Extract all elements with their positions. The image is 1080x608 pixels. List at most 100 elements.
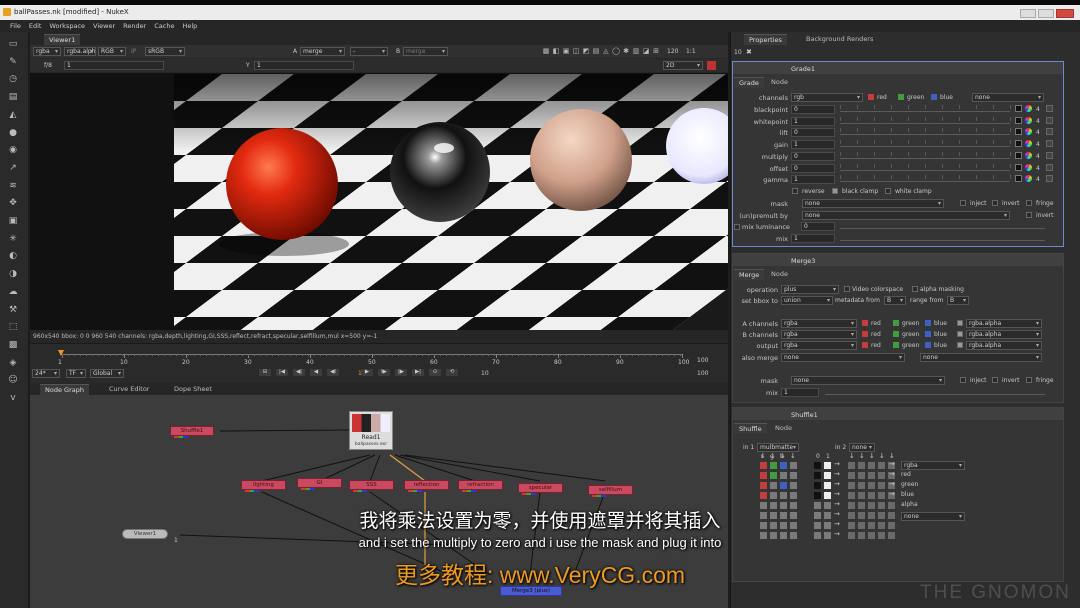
shuffle-cell[interactable] [780, 492, 787, 499]
grade-multiply-anim-icon[interactable] [1046, 151, 1053, 159]
grade-offset-slider[interactable] [840, 163, 1011, 171]
shuffle-cell-in2[interactable] [848, 462, 855, 469]
view-mode-dropdown[interactable]: 2D [663, 61, 703, 70]
shuffle-cell[interactable] [760, 492, 767, 499]
unpremult-invert-checkbox[interactable] [1026, 212, 1032, 218]
deep-icon[interactable]: ◐ [7, 250, 19, 262]
end-frame[interactable]: 100 [697, 370, 708, 377]
merge-out-alpha-checkbox[interactable] [957, 342, 963, 348]
merge-mix-field[interactable]: 1 [781, 388, 819, 397]
channels-dropdown[interactable]: rgba [33, 47, 61, 56]
tab-dope-sheet[interactable]: Dope Sheet [169, 384, 217, 394]
clear-panels-icon[interactable]: ✖ [746, 48, 752, 56]
shuffle-cell[interactable] [770, 472, 777, 479]
fstop-label[interactable]: f/8 [44, 62, 52, 69]
grade-whitepoint-wheel-icon[interactable] [1025, 116, 1032, 124]
shuffle-cell-in2[interactable] [848, 482, 855, 489]
grade-lift-anim-icon[interactable] [1046, 128, 1053, 136]
y-field[interactable]: 1 [254, 61, 354, 70]
unpremult-dropdown[interactable]: none [802, 211, 1010, 220]
b-channels-dropdown[interactable]: rgba [781, 330, 857, 339]
shuffle-cell-in2[interactable] [858, 502, 865, 509]
shuffle-cell-in2[interactable] [878, 522, 885, 529]
graph-node-refraction[interactable]: refraction [458, 480, 503, 492]
lut-dropdown[interactable]: sRGB [145, 47, 185, 56]
shuffle-cell-in2[interactable] [848, 532, 855, 539]
filter-icon[interactable]: ● [7, 127, 19, 139]
shuffle-cell[interactable] [814, 462, 821, 469]
reverse-checkbox[interactable] [792, 188, 798, 194]
transport-11-button[interactable]: ⟲ [445, 368, 459, 377]
properties-count[interactable]: 10 [734, 49, 742, 56]
views-icon[interactable]: ▣ [7, 215, 19, 227]
grade-blackpoint-channel-count[interactable]: 4 [1036, 106, 1040, 113]
metadata-dropdown[interactable]: B [884, 296, 906, 305]
transport-9-button[interactable]: ▶| [411, 368, 425, 377]
shuffle-cell-in2[interactable] [878, 482, 885, 489]
merge-b-dropdown[interactable]: merge [403, 47, 448, 56]
tab-viewer1[interactable]: Viewer1 [44, 34, 81, 45]
grade-gamma-field[interactable]: 1 [791, 175, 835, 185]
tab-merge[interactable]: Merge [734, 269, 765, 280]
graph-node-lighting[interactable]: lighting [241, 480, 286, 492]
merge-a-blue-checkbox[interactable] [925, 320, 931, 326]
shuffle-cell[interactable] [814, 532, 821, 539]
merge-a-alpha-checkbox[interactable] [957, 320, 963, 326]
shuffle-cell[interactable] [790, 462, 797, 469]
graph-node-shuffle1[interactable]: Shuffle1 [170, 426, 214, 438]
shuffle-cell-in2[interactable] [868, 512, 875, 519]
shuffle-cell-in2[interactable] [858, 472, 865, 479]
mix-luminance-checkbox[interactable] [734, 224, 740, 230]
graph-node-reflection[interactable]: reflection [404, 480, 449, 492]
menu-render[interactable]: Render [123, 22, 146, 30]
furnace-icon[interactable]: ⬚ [7, 321, 19, 333]
merge-out-blue-checkbox[interactable] [925, 342, 931, 348]
shuffle-cell-in2[interactable] [868, 522, 875, 529]
merge-a-red-checkbox[interactable] [862, 320, 868, 326]
shuffle-cell-in2[interactable] [848, 472, 855, 479]
transport-10-button[interactable]: ⊙ [428, 368, 442, 377]
grade-green-checkbox[interactable] [898, 94, 904, 100]
shuffle-cell[interactable] [790, 492, 797, 499]
shuffle-cell-in2[interactable] [848, 522, 855, 529]
shuffle-cell-in2[interactable] [868, 482, 875, 489]
shuffle-cell-in2[interactable] [858, 492, 865, 499]
graph-node-specular[interactable]: specular [518, 483, 563, 495]
shuffle-cell[interactable] [780, 472, 787, 479]
operation-dropdown[interactable]: plus [781, 285, 839, 294]
tab-shuffle[interactable]: Shuffle [734, 423, 767, 434]
grade-offset-anim-icon[interactable] [1046, 163, 1053, 171]
tab-node-graph[interactable]: Node Graph [40, 384, 89, 395]
merge-mix-slider[interactable] [825, 388, 1045, 395]
vectorfield-icon[interactable]: ᴠ [7, 392, 19, 404]
grade-gamma-color-swatch[interactable] [1015, 175, 1022, 183]
rgb-dropdown[interactable]: RGB [98, 47, 126, 56]
merge-out-red-checkbox[interactable] [862, 342, 868, 348]
frame-field[interactable]: 1 [64, 61, 164, 70]
shuffle-cell[interactable] [770, 462, 777, 469]
step-value[interactable]: 10 [481, 370, 489, 377]
graph-node-sss[interactable]: SSS [349, 480, 394, 492]
mix-luminance-field[interactable]: 0 [801, 222, 835, 231]
mix-luminance-slider[interactable] [840, 222, 1045, 229]
shuffle-cell-in2[interactable] [858, 482, 865, 489]
shuffle-cell-in2[interactable] [888, 502, 895, 509]
current-frame[interactable]: 1 [358, 370, 362, 377]
shuffle-cell[interactable] [814, 502, 821, 509]
alpha-dropdown[interactable]: rgba.alpha [64, 47, 96, 56]
grade-fringe-checkbox[interactable] [1026, 200, 1032, 206]
tab-shuffle-node[interactable]: Node [770, 423, 797, 433]
menu-workspace[interactable]: Workspace [49, 22, 85, 30]
ocula-icon[interactable]: ▩ [7, 339, 19, 351]
shuffle-cell[interactable] [814, 482, 821, 489]
grade-blackpoint-anim-icon[interactable] [1046, 105, 1053, 112]
grade-offset-channel-count[interactable]: 4 [1036, 165, 1040, 172]
a-alpha-dropdown[interactable]: rgba.alpha [966, 319, 1042, 328]
video-colorspace-checkbox[interactable] [844, 286, 850, 292]
shuffle-cell[interactable] [760, 462, 767, 469]
menu-edit[interactable]: Edit [29, 22, 42, 30]
shuffle-cell-in2[interactable] [878, 512, 885, 519]
range-dropdown[interactable]: B [947, 296, 969, 305]
shuffle-cell[interactable] [824, 512, 831, 519]
transport-4-button[interactable]: ◀I [326, 368, 340, 377]
